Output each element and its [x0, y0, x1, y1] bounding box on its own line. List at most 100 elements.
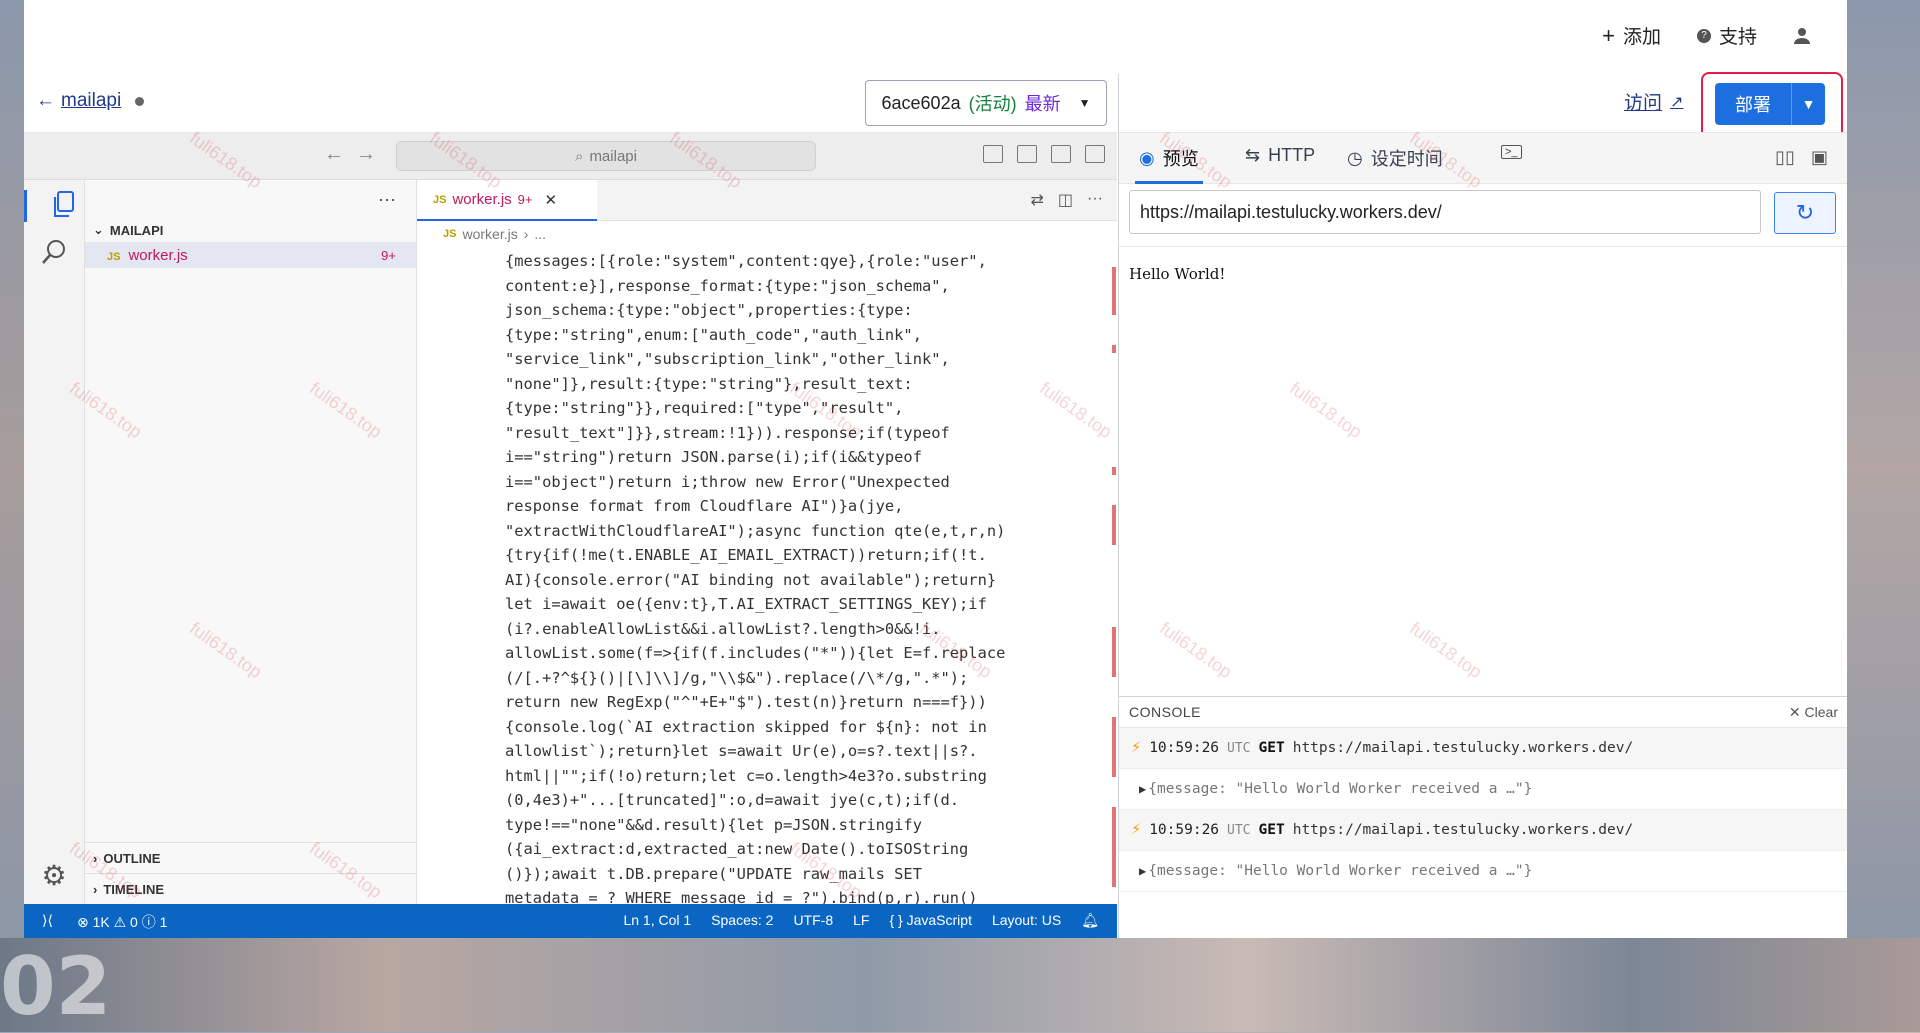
- top-nav: + 添加 ? 支持: [1602, 22, 1811, 49]
- lightning-icon: ⚡︎: [1131, 822, 1142, 838]
- toggle-panel-icon[interactable]: [1051, 145, 1071, 163]
- line-ending[interactable]: LF: [853, 912, 869, 929]
- external-link-icon: ↗: [1670, 93, 1684, 111]
- preview-response: Hello World!: [1119, 246, 1847, 697]
- history-nav[interactable]: ←→: [324, 143, 388, 166]
- file-tree-item[interactable]: JS worker.js 9+: [85, 242, 416, 268]
- worker-name[interactable]: mailapi: [61, 90, 121, 112]
- chat-feedback-icon[interactable]: ▣: [1811, 147, 1828, 168]
- breadcrumb-file[interactable]: worker.js: [462, 226, 517, 242]
- tab-http[interactable]: ⇆ HTTP: [1245, 145, 1315, 166]
- version-latest-label: 最新: [1024, 94, 1061, 114]
- expand-triangle-icon[interactable]: ▶: [1139, 864, 1146, 878]
- tab-preview[interactable]: ◉ 预览: [1135, 145, 1203, 184]
- console-clear-button[interactable]: ✕ Clear: [1789, 704, 1838, 721]
- breadcrumb-more[interactable]: ...: [534, 226, 546, 242]
- folder-title: MAILAPI: [109, 222, 164, 238]
- caret-down-icon: ▼: [1078, 96, 1091, 110]
- chevron-down-icon: ⌄: [93, 222, 104, 237]
- refresh-icon: ↻: [1795, 200, 1815, 225]
- search-icon: ⌕: [575, 147, 584, 165]
- chevron-right-icon: ›: [93, 881, 98, 897]
- more-actions-icon[interactable]: ···: [378, 189, 396, 210]
- preview-url-input[interactable]: https://mailapi.testulucky.workers.dev/: [1129, 190, 1761, 234]
- encoding[interactable]: UTF-8: [793, 912, 833, 929]
- console-log-entry[interactable]: ⚡︎ 10:59:26 UTC GET https://mailapi.testuluc…: [1119, 810, 1847, 851]
- split-editor-icon[interactable]: ◫: [1058, 190, 1073, 210]
- nav-forward-icon[interactable]: →: [356, 143, 388, 165]
- log-timezone: UTC: [1227, 822, 1251, 838]
- response-text: Hello World!: [1129, 265, 1226, 283]
- editor-title-bar: ←→ ⌕ mailapi: [24, 133, 1117, 180]
- console-log-object[interactable]: ▶ {message: "Hello World Worker received …: [1119, 769, 1847, 810]
- command-search-label: mailapi: [589, 147, 637, 165]
- log-time: 10:59:26: [1149, 740, 1220, 756]
- eye-icon: ◉: [1139, 147, 1155, 168]
- console-log-entry[interactable]: ⚡︎ 10:59:26 UTC GET https://mailapi.testuluc…: [1119, 728, 1847, 769]
- add-label: 添加: [1622, 27, 1661, 48]
- docs-book-icon[interactable]: ▯▯: [1775, 147, 1795, 168]
- js-file-icon: JS: [443, 228, 457, 240]
- expand-triangle-icon[interactable]: ▶: [1139, 782, 1146, 796]
- info-count: 1: [159, 914, 168, 930]
- log-url: https://mailapi.testulucky.workers.dev/: [1292, 740, 1634, 756]
- add-button[interactable]: + 添加: [1602, 22, 1661, 49]
- preview-tabs: ◉ 预览 ⇆ HTTP ◷ 设定时间 >_ ▯▯ ▣: [1119, 132, 1847, 184]
- deploy-options-button[interactable]: ▼: [1792, 83, 1825, 125]
- log-timezone: UTC: [1227, 740, 1251, 756]
- log-message: {message: "Hello World Worker received a…: [1148, 781, 1533, 797]
- help-icon: ?: [1696, 28, 1711, 43]
- log-message: {message: "Hello World Worker received a…: [1148, 863, 1533, 879]
- chevron-right-icon: ›: [93, 850, 98, 866]
- refresh-button[interactable]: ↻: [1774, 192, 1836, 234]
- plus-icon: +: [1602, 22, 1615, 48]
- desktop-background-bottom: [0, 938, 1920, 1032]
- toggle-secondary-sidebar-icon[interactable]: [1085, 145, 1105, 163]
- console-log-object[interactable]: ▶ {message: "Hello World Worker received …: [1119, 851, 1847, 892]
- user-menu-button[interactable]: [1793, 27, 1811, 45]
- tab-worker-js[interactable]: JS worker.js 9+ ✕: [417, 180, 597, 221]
- support-button[interactable]: ? 支持: [1696, 22, 1757, 49]
- explorer-icon[interactable]: [24, 190, 87, 222]
- support-label: 支持: [1718, 27, 1757, 48]
- version-select[interactable]: 6ace602a (活动) 最新 ▼: [865, 80, 1107, 126]
- log-url: https://mailapi.testulucky.workers.dev/: [1292, 822, 1634, 838]
- nav-back-icon[interactable]: ←: [324, 143, 356, 165]
- timeline-title: TIMELINE: [103, 881, 165, 897]
- sidebar-bottom-sections: › OUTLINE › TIMELINE: [85, 842, 416, 904]
- code-text[interactable]: {messages:[{role:"system",content:qye},{…: [417, 247, 1107, 904]
- cursor-position[interactable]: Ln 1, Col 1: [623, 912, 691, 929]
- editor-actions: ⇄ ◫ ···: [1030, 190, 1103, 210]
- back-to-worker-link[interactable]: ← mailapi: [36, 90, 145, 112]
- settings-gear-icon[interactable]: ⚙: [38, 860, 70, 892]
- close-icon[interactable]: ✕: [544, 191, 557, 209]
- customize-layout-icon[interactable]: [983, 145, 1003, 163]
- js-file-icon: JS: [433, 193, 447, 206]
- tab-terminal[interactable]: >_: [1501, 145, 1522, 159]
- language-label: JavaScript: [906, 912, 972, 928]
- command-search[interactable]: ⌕ mailapi: [396, 141, 816, 171]
- bell-icon[interactable]: 🔔︎: [1081, 912, 1099, 929]
- visit-link[interactable]: 访问 ↗: [1624, 88, 1683, 115]
- compare-changes-icon[interactable]: ⇄: [1030, 190, 1043, 210]
- deploy-button[interactable]: 部署: [1715, 83, 1792, 125]
- keyboard-layout[interactable]: Layout: US: [992, 912, 1061, 929]
- code-area[interactable]: {messages:[{role:"system",content:qye},{…: [417, 247, 1107, 904]
- log-method: GET: [1258, 822, 1285, 838]
- timeline-section[interactable]: › TIMELINE: [85, 873, 416, 904]
- explorer-folder-section[interactable]: ⌄ MAILAPI: [85, 218, 416, 242]
- outline-section[interactable]: › OUTLINE: [85, 842, 416, 873]
- problems-summary[interactable]: ⊗ 1K ⚠ 0 ⓘ 1: [77, 912, 167, 932]
- search-view-icon[interactable]: [38, 238, 70, 270]
- tab-http-label: HTTP: [1268, 145, 1316, 165]
- tab-schedule[interactable]: ◷ 设定时间: [1347, 145, 1443, 171]
- deploy-highlight: 部署 ▼: [1701, 72, 1843, 140]
- file-tree-label: JS worker.js: [107, 246, 188, 264]
- language-mode[interactable]: { } JavaScript: [889, 912, 972, 929]
- indentation[interactable]: Spaces: 2: [711, 912, 773, 929]
- more-actions-icon[interactable]: ···: [1087, 190, 1103, 210]
- toggle-sidebar-icon[interactable]: [1017, 145, 1037, 163]
- top-bar: + 添加 ? 支持: [24, 0, 1847, 75]
- code-editor: ←→ ⌕ mailapi ⚙ ··· ⌄ MAILAPI JS worker.j…: [24, 133, 1143, 938]
- remote-icon[interactable]: ⟩⟨: [42, 912, 53, 932]
